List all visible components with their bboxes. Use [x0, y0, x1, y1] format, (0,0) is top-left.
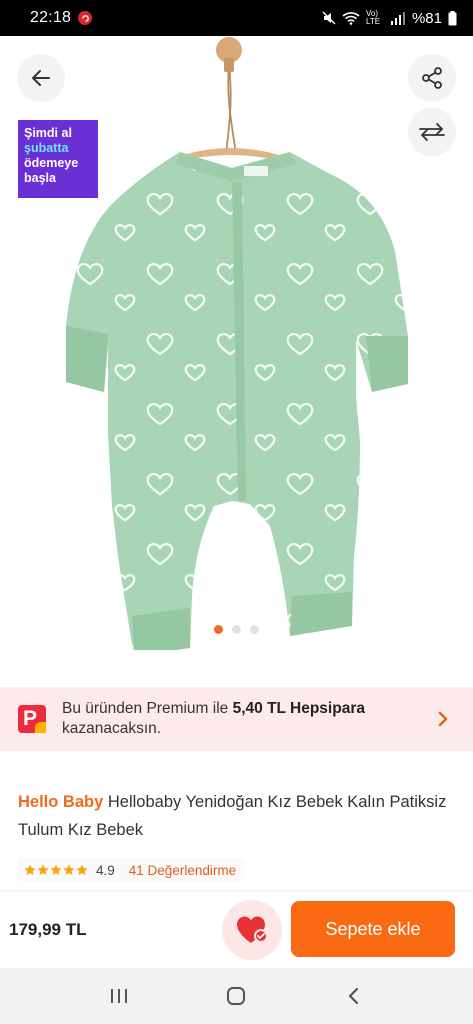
favorite-button[interactable] — [222, 900, 282, 960]
battery-icon — [448, 10, 457, 25]
promo-line-3: ödemeye — [24, 156, 79, 170]
rating-summary[interactable]: 4.9 41 Değerlendirme — [18, 858, 245, 882]
mute-icon — [322, 11, 336, 25]
star-icon — [24, 864, 36, 875]
heart-add-icon — [237, 916, 268, 943]
share-button[interactable] — [408, 54, 456, 102]
product-title: Hello Baby Hellobaby Yenidoğan Kız Bebek… — [18, 788, 458, 844]
notification-badge-icon — [78, 11, 93, 25]
system-back-button[interactable] — [334, 976, 374, 1016]
recent-apps-icon — [110, 989, 127, 1003]
status-time: 22:18 — [30, 9, 72, 26]
chevron-right-icon — [438, 711, 448, 727]
carousel-dot[interactable] — [214, 625, 223, 634]
product-image-carousel[interactable]: Şimdi al şubatta ödemeye başla — [0, 36, 473, 650]
hepsipara-text-after: kazanacaksın. — [62, 720, 162, 737]
carousel-dot[interactable] — [232, 625, 241, 634]
system-nav-bar — [0, 968, 473, 1024]
signal-icon — [390, 11, 405, 25]
star-icon — [37, 864, 49, 875]
status-bar: 22:18 Vo) LTE %81 — [0, 0, 473, 36]
status-icons: Vo) LTE %81 — [322, 10, 457, 27]
arrow-left-icon — [32, 70, 50, 86]
home-button[interactable] — [216, 976, 256, 1016]
battery-label: %81 — [411, 9, 442, 27]
carousel-indicator — [0, 625, 473, 634]
brand-link[interactable]: Hello Baby — [18, 793, 103, 811]
rating-value: 4.9 — [96, 862, 115, 878]
chevron-left-icon — [349, 987, 359, 1005]
star-rating — [24, 864, 88, 876]
purchase-bar: 179,99 TL Sepete ekle — [0, 892, 473, 968]
hepsipara-logo-icon: P — [18, 705, 46, 733]
hepsipara-banner[interactable]: P Bu üründen Premium ile 5,40 TL Hepsipa… — [0, 687, 473, 751]
share-icon — [422, 67, 442, 89]
compare-button[interactable] — [408, 108, 456, 156]
network-label: Vo) LTE — [365, 9, 381, 26]
add-to-cart-button[interactable]: Sepete ekle — [291, 901, 455, 957]
carousel-dot[interactable] — [250, 625, 259, 634]
star-icon — [50, 864, 62, 875]
price: 179,99 TL — [9, 920, 87, 939]
swap-arrows-icon — [419, 123, 445, 141]
promo-line-2: şubatta — [24, 141, 69, 155]
promo-line-1: Şimdi al — [24, 126, 72, 140]
recent-apps-button[interactable] — [99, 976, 139, 1016]
review-count-link[interactable]: 41 Değerlendirme — [129, 863, 236, 878]
promo-line-4: başla — [24, 171, 56, 185]
installment-promo-badge[interactable]: Şimdi al şubatta ödemeye başla — [18, 120, 98, 198]
hepsipara-message: Bu üründen Premium ile 5,40 TL Hepsipara… — [62, 699, 433, 739]
wifi-icon — [342, 12, 360, 25]
back-button[interactable] — [17, 54, 65, 102]
hepsipara-amount: 5,40 TL Hepsipara — [232, 700, 365, 717]
star-icon — [76, 864, 88, 875]
star-icon — [63, 864, 75, 875]
hepsipara-text-before: Bu üründen Premium ile — [62, 700, 233, 717]
home-icon — [227, 987, 246, 1005]
